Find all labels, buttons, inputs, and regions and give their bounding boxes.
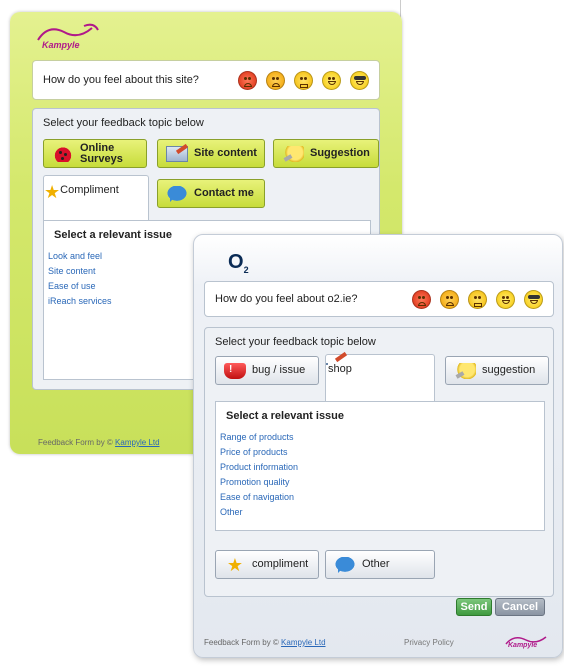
contact-me-button[interactable]: Contact me (157, 179, 265, 208)
speech-bubble-icon (166, 185, 188, 202)
site-content-label: Site content (194, 147, 257, 159)
bug-issue-label: bug / issue (252, 364, 306, 376)
rating-faces (238, 70, 379, 90)
compliment-label: Compliment (60, 184, 119, 196)
issue-list: Look and feel Site content Ease of use i… (48, 249, 112, 309)
site-rating-bar: How do you feel about this site? (32, 60, 380, 100)
compliment-button[interactable]: ★ compliment (215, 550, 319, 579)
issue-title: Select a relevant issue (226, 410, 345, 422)
online-surveys-button[interactable]: Online Surveys (43, 139, 147, 168)
rating-question: How do you feel about o2.ie? (215, 293, 358, 305)
compliment-label: compliment (252, 558, 309, 570)
footer-credit: Feedback Form by © Kampyle Ltd (38, 438, 160, 447)
happy-face-icon[interactable] (322, 70, 341, 90)
issue-item[interactable]: Product information (220, 460, 298, 475)
angry-face-icon[interactable] (238, 70, 257, 90)
issue-list-box: Select a relevant issue Range of product… (215, 401, 545, 531)
cancel-button[interactable]: Cancel (495, 598, 545, 616)
bug-issue-button[interactable]: bug / issue (215, 356, 319, 385)
o2-logo-letter: O (228, 251, 244, 273)
issue-item[interactable]: Other (220, 505, 298, 520)
star-icon: ★ (44, 182, 61, 202)
issue-item[interactable]: Promotion quality (220, 475, 298, 490)
issue-item[interactable]: Price of products (220, 445, 298, 460)
send-button[interactable]: Send (456, 598, 492, 616)
kampyle-link[interactable]: Kampyle Ltd (115, 438, 159, 447)
tab-shop[interactable]: shop (325, 354, 435, 402)
neutral-face-icon[interactable] (468, 289, 487, 309)
rating-faces (412, 289, 553, 309)
lightbulb-icon (282, 145, 304, 162)
edit-icon (166, 145, 188, 162)
other-button[interactable]: Other (325, 550, 435, 579)
kampyle-logo: Kampyle (34, 22, 102, 58)
screenshot-canvas: Kampyle How do you feel about this site?… (0, 0, 564, 668)
sad-face-icon[interactable] (440, 289, 459, 309)
o2-logo-sub: 2 (243, 265, 249, 275)
feedback-topic-panel: Select your feedback topic below bug / i… (204, 327, 554, 597)
issue-item[interactable]: Ease of navigation (220, 490, 298, 505)
footer-prefix: Feedback Form by © (204, 638, 279, 647)
online-surveys-label: Online Surveys (80, 141, 123, 165)
topic-title: Select your feedback topic below (43, 117, 204, 129)
site-content-button[interactable]: Site content (157, 139, 265, 168)
rating-question: How do you feel about this site? (43, 74, 199, 86)
privacy-policy-link[interactable]: Privacy Policy (404, 638, 454, 647)
issue-item[interactable]: iReach services (48, 294, 112, 309)
kampyle-mini-logo-text: Kampyle (508, 642, 538, 649)
ladybug-icon (52, 145, 74, 162)
angry-face-icon[interactable] (412, 289, 431, 309)
issue-item[interactable]: Site content (48, 264, 112, 279)
o2-logo: O2 (228, 251, 249, 275)
shop-label: shop (328, 363, 352, 375)
happy-face-icon[interactable] (496, 289, 515, 309)
suggestion-button[interactable]: suggestion (445, 356, 549, 385)
site-rating-bar: How do you feel about o2.ie? (204, 281, 554, 317)
issue-title: Select a relevant issue (54, 229, 173, 241)
star-icon: ★ (226, 554, 244, 575)
issue-item[interactable]: Ease of use (48, 279, 112, 294)
topic-title: Select your feedback topic below (215, 336, 376, 348)
warning-shield-icon (224, 362, 246, 379)
kampyle-logo-text: Kampyle (42, 40, 80, 50)
contact-me-label: Contact me (194, 187, 254, 199)
issue-list: Range of products Price of products Prod… (220, 430, 298, 520)
other-label: Other (362, 558, 390, 570)
speech-bubble-icon (334, 556, 356, 573)
kampyle-link[interactable]: Kampyle Ltd (281, 638, 325, 647)
lightbulb-icon (454, 362, 476, 379)
suggestion-label: Suggestion (310, 147, 370, 159)
suggestion-label: suggestion (482, 364, 536, 376)
suggestion-button[interactable]: Suggestion (273, 139, 379, 168)
footer-credit: Feedback Form by © Kampyle Ltd (204, 638, 326, 647)
issue-item[interactable]: Range of products (220, 430, 298, 445)
cool-face-icon[interactable] (524, 289, 543, 309)
kampyle-mini-logo: Kampyle (502, 633, 552, 653)
front-footer: Feedback Form by © Kampyle Ltd Privacy P… (194, 631, 564, 655)
cool-face-icon[interactable] (350, 70, 369, 90)
sad-face-icon[interactable] (266, 70, 285, 90)
neutral-face-icon[interactable] (294, 70, 313, 90)
o2-feedback-widget: O2 How do you feel about o2.ie? Select y… (193, 234, 563, 658)
tab-compliment[interactable]: ★ Compliment (43, 175, 149, 221)
footer-prefix: Feedback Form by © (38, 438, 113, 447)
issue-item[interactable]: Look and feel (48, 249, 112, 264)
